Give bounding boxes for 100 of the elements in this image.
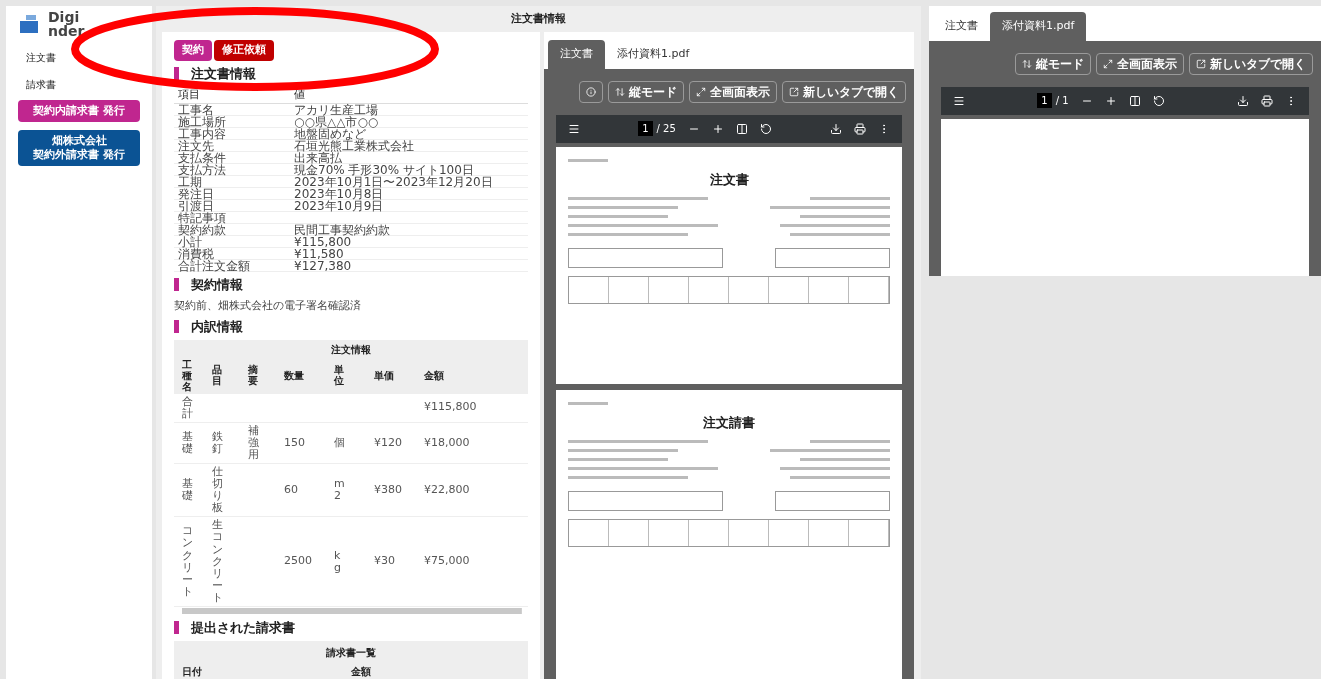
- table-cell: 2023年10月8日: [294, 188, 384, 199]
- table-cell-text: kg: [334, 549, 342, 574]
- nav-link[interactable]: 注文書: [18, 50, 140, 65]
- info-button[interactable]: [579, 80, 603, 103]
- table-cell: 2023年10月1日〜2023年12月20日: [294, 176, 493, 187]
- fullscreen-button[interactable]: 全画面表示: [689, 80, 777, 103]
- section-heading: 提出された請求書: [191, 619, 295, 637]
- table-cell: 合計: [182, 395, 193, 420]
- table-cell-text: 契約約款: [177, 224, 227, 235]
- table-cell-text: 発注日: [177, 188, 215, 199]
- button-icon: [586, 86, 596, 97]
- document-tab[interactable]: 注文書: [548, 40, 605, 69]
- download-icon[interactable]: [830, 122, 842, 135]
- table-cell-text: 2500: [284, 553, 313, 570]
- table-cell-text: ¥30: [374, 553, 396, 570]
- heading-marker: [174, 278, 179, 292]
- button-icon: [696, 86, 706, 97]
- document-tab[interactable]: 添付資料1.pdf: [990, 12, 1087, 41]
- table-cell-text: ¥75,000: [424, 553, 471, 570]
- table-cell: 補強用: [248, 424, 259, 461]
- table-cell: 2023年10月9日: [294, 200, 384, 211]
- column-header: 摘要: [248, 364, 258, 386]
- column-header: 値: [294, 89, 305, 101]
- table-cell-text: 消費税: [177, 248, 214, 259]
- table-cell: アカリ生産工場: [294, 104, 378, 115]
- table-cell: 民間工事契約約款: [294, 224, 390, 235]
- table-cell: 個: [334, 436, 345, 449]
- heading-marker: [174, 66, 179, 80]
- nav-link[interactable]: 請求書: [18, 77, 140, 92]
- column-header: 日付: [182, 664, 203, 679]
- column-header: 項目: [177, 89, 201, 101]
- document-title: 注文書: [709, 170, 749, 189]
- vertical-mode-button[interactable]: 縦モード: [608, 80, 684, 103]
- fullscreen-button[interactable]: 全画面表示: [1096, 52, 1184, 75]
- heading-marker: [174, 621, 179, 635]
- rotate-icon[interactable]: [759, 122, 772, 135]
- table-cell: 石垣光熊工業株式会社: [294, 140, 414, 151]
- fit-page-icon[interactable]: [735, 122, 748, 135]
- column-header: 品目: [212, 364, 222, 386]
- table-cell-text: 60: [284, 481, 299, 498]
- table-cell-text: 150: [284, 434, 306, 451]
- status-badge: 修正依頼: [214, 40, 274, 61]
- vertical-mode-button[interactable]: 縦モード: [1015, 52, 1091, 75]
- zoom-in-icon[interactable]: [1104, 94, 1117, 107]
- button-icon: [789, 86, 799, 97]
- new-tab-button[interactable]: 新しいタブで開く: [782, 80, 906, 103]
- table-cell: 生コンクリート: [212, 519, 223, 604]
- table-cell-text: 小計: [177, 236, 202, 247]
- section-heading: 内訳情報: [191, 318, 243, 336]
- table-cell: 現金70% 手形30% サイト100日: [294, 164, 474, 175]
- new-tab-button[interactable]: 新しいタブで開く: [1189, 52, 1313, 75]
- rotate-icon[interactable]: [1152, 94, 1165, 107]
- table-cell-text: 工事名: [177, 104, 214, 115]
- table-cell: コンクリート: [182, 525, 193, 598]
- column-header: 単価: [374, 368, 395, 383]
- menu-icon[interactable]: [953, 94, 965, 107]
- table-cell-text: ¥115,800: [424, 399, 478, 416]
- table-cell: ¥127,380: [294, 260, 352, 271]
- table-cell-text: 支払条件: [177, 152, 227, 163]
- download-icon[interactable]: [1237, 94, 1249, 107]
- logo-text: nder: [48, 24, 85, 38]
- table-cell: ○○県△△市○○: [294, 116, 379, 127]
- table-cell-text: 支払方法: [177, 164, 227, 175]
- table-caption: 注文情報: [331, 343, 371, 355]
- table-cell: ¥115,800: [294, 236, 352, 247]
- issue-invoice-button[interactable]: 契約内請求書 発行: [18, 100, 140, 122]
- table-cell: 仕切り板: [212, 465, 223, 515]
- table-cell-text: ¥380: [374, 481, 403, 498]
- table-cell: 基礎: [182, 430, 193, 455]
- section-heading: 契約情報: [191, 276, 243, 294]
- button-icon: [615, 86, 625, 97]
- table-cell: m2: [334, 478, 345, 503]
- page-number-field[interactable]: 1: [638, 121, 653, 136]
- table-cell-text: ¥120: [374, 434, 403, 451]
- table-cell: 鉄釘: [212, 430, 223, 455]
- page-count: / 25: [656, 122, 676, 136]
- table-cell: 基礎: [182, 478, 193, 503]
- table-cell-text: 工事内容: [177, 128, 227, 139]
- table-caption: 請求書一覧: [326, 646, 376, 658]
- menu-icon[interactable]: [568, 122, 580, 135]
- page-number-field[interactable]: 1: [1037, 93, 1052, 108]
- issue-invoice-button[interactable]: 畑株式会社 契約外請求書 発行: [18, 130, 140, 166]
- button-icon: [1196, 58, 1206, 69]
- zoom-in-icon[interactable]: [711, 122, 724, 135]
- table-cell-text: 引渡日: [177, 200, 214, 211]
- button-icon: [1103, 58, 1113, 69]
- print-icon[interactable]: [854, 122, 866, 135]
- table-cell-text: 工期: [177, 176, 202, 187]
- logo-text: Digi: [48, 10, 81, 24]
- column-header: 数量: [284, 368, 305, 383]
- column-header: 金額: [351, 664, 372, 679]
- table-cell-text: 注文先: [177, 140, 214, 151]
- table-cell-text: 特記事項: [177, 212, 227, 223]
- column-header: 工種名: [182, 358, 192, 392]
- document-title: 注文請書: [703, 413, 755, 432]
- heading-marker: [174, 320, 179, 334]
- column-header: 単位: [334, 364, 344, 386]
- contract-note: 契約前、畑株式会社の電子署名確認済: [173, 297, 362, 314]
- print-icon[interactable]: [1261, 94, 1273, 107]
- fit-page-icon[interactable]: [1128, 94, 1141, 107]
